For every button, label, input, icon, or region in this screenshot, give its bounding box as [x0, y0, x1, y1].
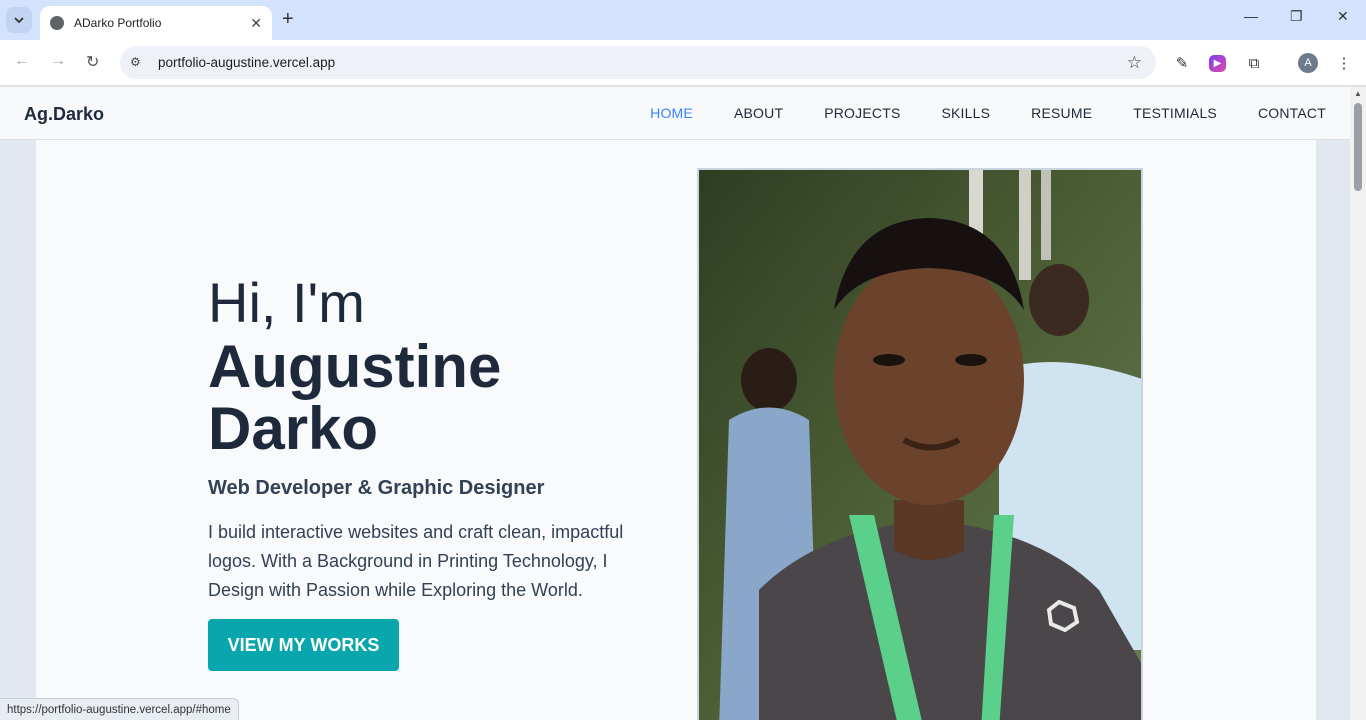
nav-resume[interactable]: RESUME [1031, 105, 1092, 121]
page-scrollbar[interactable]: ▲ [1350, 87, 1366, 720]
bookmark-star-icon[interactable]: ☆ [1127, 53, 1142, 73]
menu-kebab-icon[interactable]: ⋮ [1334, 53, 1354, 73]
reload-icon[interactable]: ↻ [86, 52, 99, 72]
profile-photo [697, 168, 1143, 720]
browser-toolbar: ← → ↻ ⚙ portfolio-augustine.vercel.app ☆… [0, 40, 1366, 86]
nav-links: HOME ABOUT PROJECTS SKILLS RESUME TESTIM… [650, 105, 1326, 121]
forward-icon[interactable]: → [50, 52, 66, 70]
nav-projects[interactable]: PROJECTS [824, 105, 900, 121]
globe-icon [50, 16, 64, 30]
chevron-down-icon [14, 17, 24, 23]
hero-bio: I build interactive websites and craft c… [208, 522, 624, 600]
nav-testimonials[interactable]: TESTIMIALS [1133, 105, 1217, 121]
extension-app-icon[interactable]: ▶ [1209, 55, 1226, 72]
nav-home[interactable]: HOME [650, 105, 693, 121]
hero-greeting: Hi, I'm [208, 271, 365, 334]
view-my-works-button[interactable]: VIEW MY WORKS [208, 619, 399, 671]
restore-icon[interactable]: ❐ [1290, 8, 1303, 25]
site-settings-icon[interactable]: ⚙ [130, 55, 146, 71]
eyedropper-icon[interactable]: ✎ [1172, 53, 1192, 73]
url-text[interactable]: portfolio-augustine.vercel.app [158, 55, 1127, 70]
nav-skills[interactable]: SKILLS [941, 105, 990, 121]
scrollbar-thumb[interactable] [1354, 103, 1362, 191]
back-icon[interactable]: ← [14, 52, 30, 70]
extensions-puzzle-icon[interactable]: ⧉ [1244, 53, 1264, 73]
minimize-icon[interactable]: — [1244, 8, 1258, 24]
close-window-icon[interactable]: ✕ [1337, 8, 1349, 25]
nav-about[interactable]: ABOUT [734, 105, 783, 121]
browser-tab[interactable]: ADarko Portfolio ✕ [40, 6, 272, 40]
scroll-up-arrow-icon[interactable]: ▲ [1354, 89, 1362, 98]
hero-role: Web Developer & Graphic Designer [208, 477, 545, 499]
profile-avatar[interactable]: A [1298, 53, 1318, 73]
portrait-illustration [699, 170, 1141, 720]
hero-section: Hi, I'm Augustine Darko Web Developer & … [36, 140, 1316, 720]
tab-search-button[interactable] [6, 7, 32, 33]
link-status-bar: https://portfolio-augustine.vercel.app/#… [0, 698, 239, 720]
tab-title: ADarko Portfolio [74, 16, 162, 30]
new-tab-button[interactable]: + [282, 9, 294, 29]
page-viewport: Hi, I'm Augustine Darko Web Developer & … [0, 87, 1350, 720]
hero-name: Augustine Darko [208, 333, 502, 462]
close-tab-icon[interactable]: ✕ [250, 15, 262, 32]
browser-tab-bar: ADarko Portfolio ✕ + — ❐ ✕ [0, 0, 1366, 40]
address-bar[interactable]: ⚙ portfolio-augustine.vercel.app ☆ [120, 46, 1156, 79]
nav-contact[interactable]: CONTACT [1258, 105, 1326, 121]
site-navbar: Ag.Darko HOME ABOUT PROJECTS SKILLS RESU… [0, 87, 1350, 140]
site-brand-logo[interactable]: Ag.Darko [24, 104, 104, 125]
